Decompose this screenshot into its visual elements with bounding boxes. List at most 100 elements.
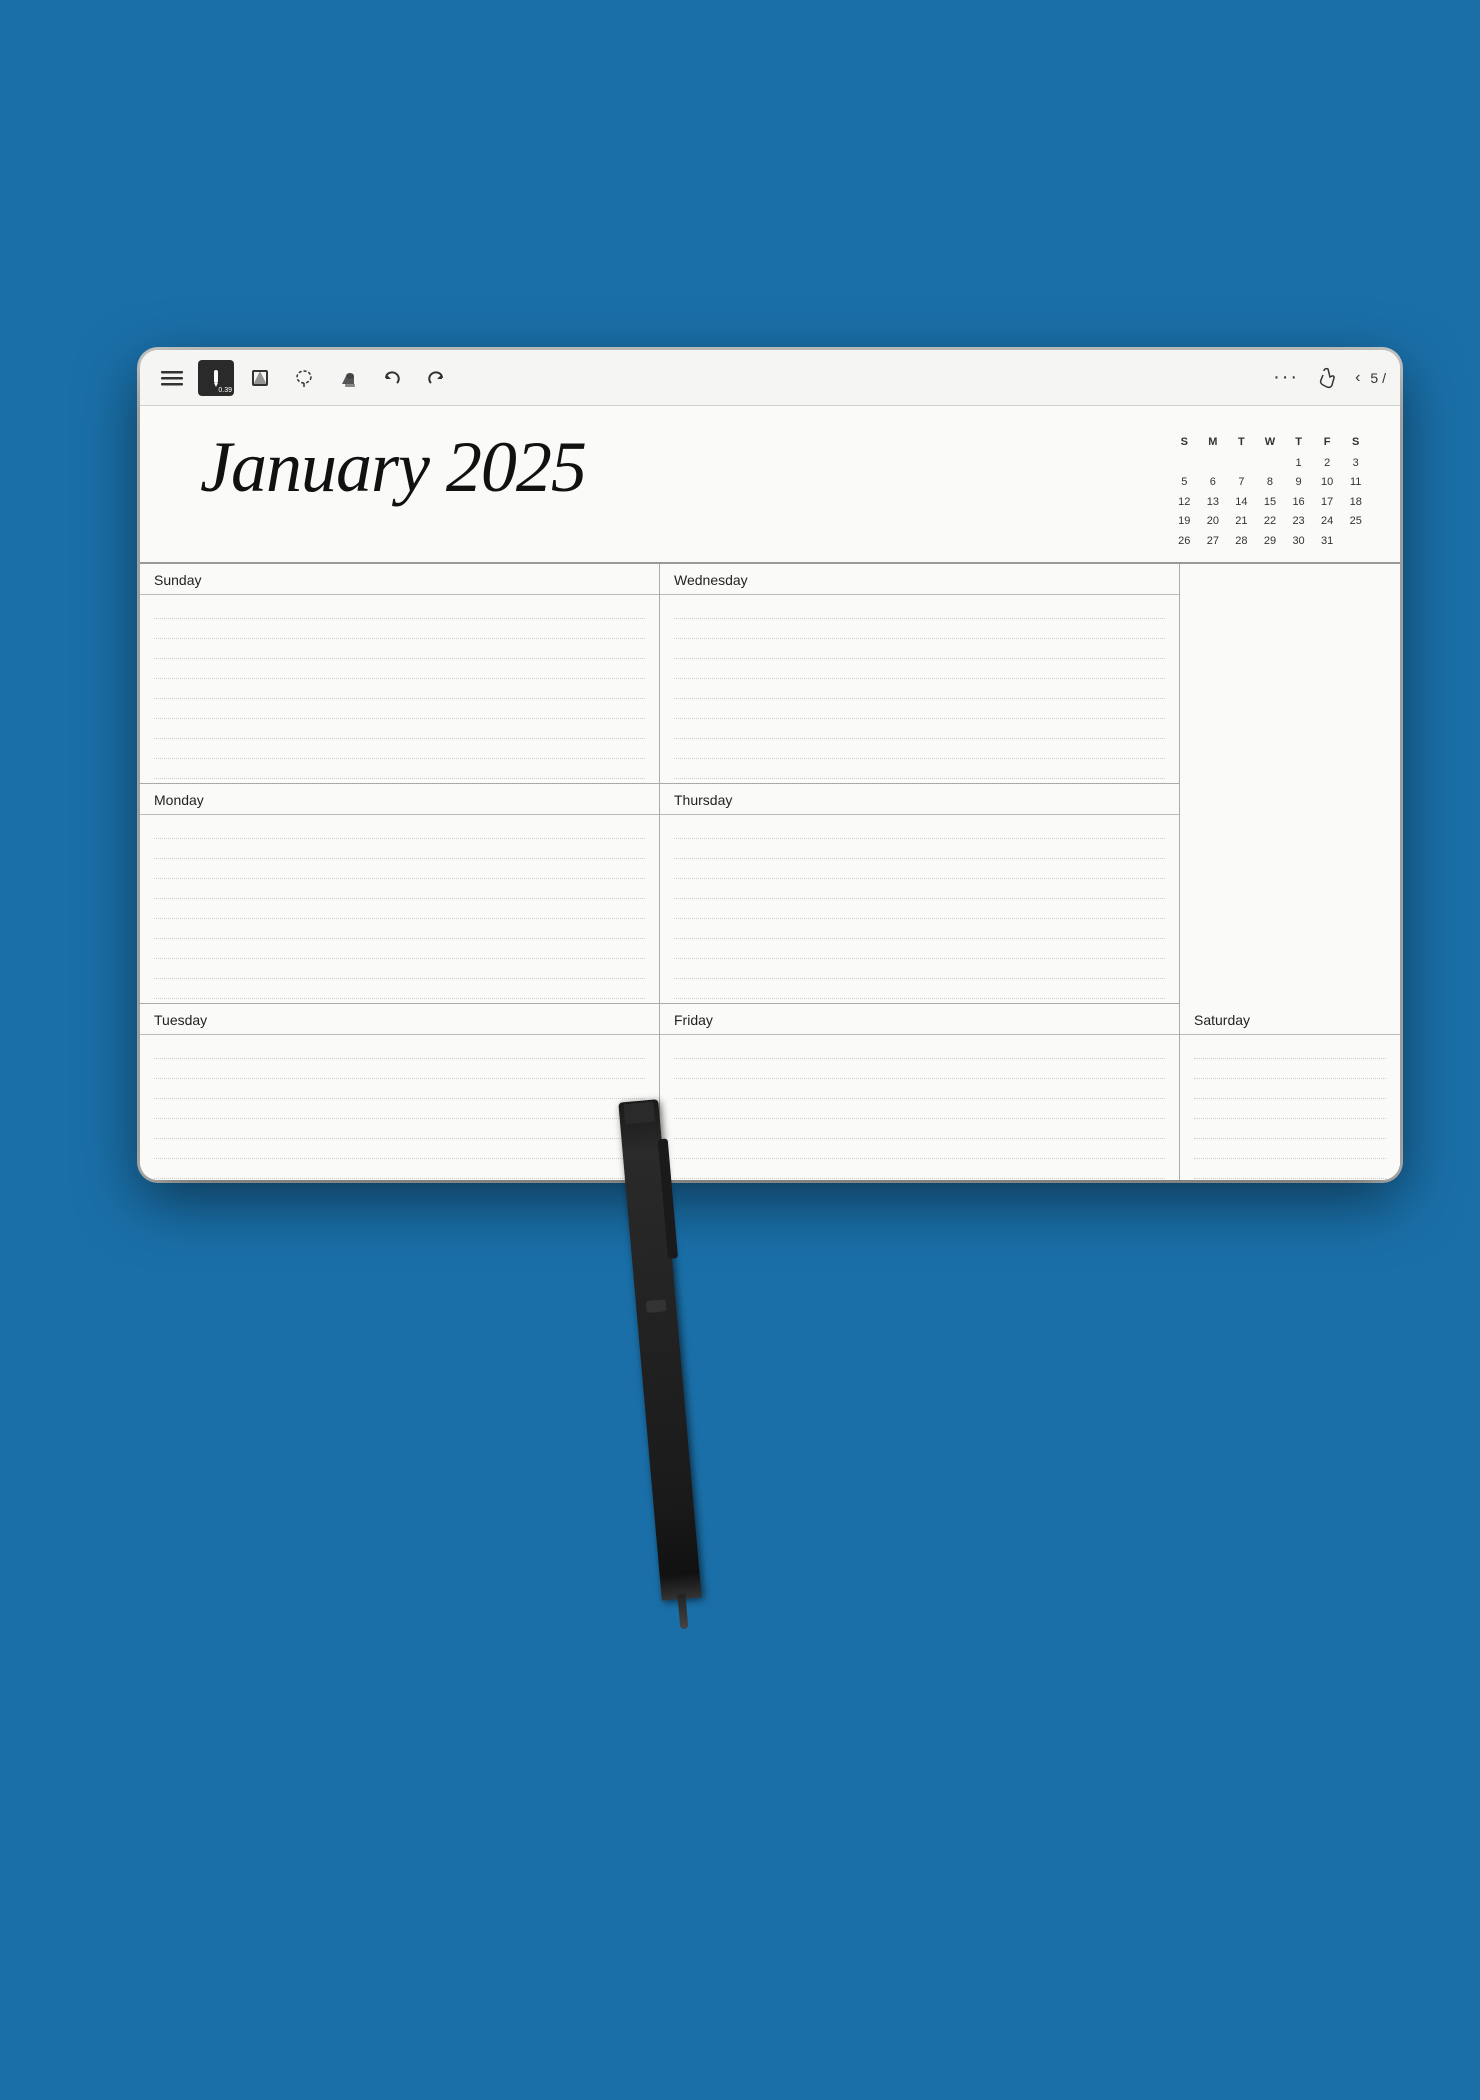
day-lines-monday[interactable] bbox=[140, 815, 659, 1003]
line[interactable] bbox=[154, 899, 645, 919]
line[interactable] bbox=[154, 839, 645, 859]
back-arrow-icon[interactable]: ‹ bbox=[1355, 369, 1360, 387]
line[interactable] bbox=[1194, 1099, 1386, 1119]
more-icon[interactable]: ··· bbox=[1273, 366, 1299, 389]
line[interactable] bbox=[154, 719, 645, 739]
line[interactable] bbox=[674, 1159, 1165, 1179]
day-header-thursday: Thursday bbox=[660, 784, 1179, 815]
line[interactable] bbox=[154, 679, 645, 699]
shape-icon[interactable] bbox=[242, 360, 278, 396]
device-frame: 0.39 bbox=[140, 350, 1400, 1180]
line[interactable] bbox=[1194, 1179, 1386, 1180]
mini-cal-header: S M T W T F S bbox=[1170, 434, 1370, 452]
line[interactable] bbox=[674, 679, 1165, 699]
day-header-saturday: Saturday bbox=[1180, 1004, 1400, 1035]
line[interactable] bbox=[674, 899, 1165, 919]
day-header-friday: Friday bbox=[660, 1004, 1179, 1035]
cal-hdr-s: S bbox=[1170, 434, 1199, 452]
menu-icon[interactable] bbox=[154, 360, 190, 396]
line[interactable] bbox=[674, 939, 1165, 959]
day-cell-monday: Monday bbox=[140, 784, 660, 1004]
content-area: January 2025 S M T W T F S bbox=[140, 406, 1400, 1180]
line[interactable] bbox=[674, 659, 1165, 679]
line[interactable] bbox=[154, 599, 645, 619]
line[interactable] bbox=[674, 1079, 1165, 1099]
line[interactable] bbox=[154, 859, 645, 879]
line[interactable] bbox=[154, 1119, 645, 1139]
line[interactable] bbox=[674, 819, 1165, 839]
line[interactable] bbox=[1194, 1039, 1386, 1059]
mini-cal-row-5: 26 27 28 29 30 31 bbox=[1170, 532, 1370, 552]
line[interactable] bbox=[674, 1179, 1165, 1180]
line[interactable] bbox=[674, 1059, 1165, 1079]
line[interactable] bbox=[674, 759, 1165, 779]
line[interactable] bbox=[154, 1039, 645, 1059]
line[interactable] bbox=[154, 959, 645, 979]
line[interactable] bbox=[674, 879, 1165, 899]
redo-icon[interactable] bbox=[418, 360, 454, 396]
line[interactable] bbox=[674, 639, 1165, 659]
planner: January 2025 S M T W T F S bbox=[140, 406, 1400, 1180]
line[interactable] bbox=[674, 699, 1165, 719]
line[interactable] bbox=[154, 699, 645, 719]
mini-cal-row-2: 5 6 7 8 9 10 11 bbox=[1170, 473, 1370, 493]
line[interactable] bbox=[674, 839, 1165, 859]
stylus-button bbox=[646, 1299, 667, 1313]
day-lines-friday[interactable] bbox=[660, 1035, 1179, 1180]
line[interactable] bbox=[674, 979, 1165, 999]
line[interactable] bbox=[154, 639, 645, 659]
line[interactable] bbox=[674, 719, 1165, 739]
line[interactable] bbox=[154, 619, 645, 639]
line[interactable] bbox=[154, 1139, 645, 1159]
line[interactable] bbox=[154, 1099, 645, 1119]
line[interactable] bbox=[154, 1179, 645, 1180]
day-cell-tuesday: Tuesday bbox=[140, 1004, 660, 1180]
undo-icon[interactable] bbox=[374, 360, 410, 396]
device-wrapper: 0.39 bbox=[80, 350, 1400, 1350]
line[interactable] bbox=[154, 1059, 645, 1079]
line[interactable] bbox=[154, 659, 645, 679]
line[interactable] bbox=[674, 599, 1165, 619]
mini-cal-row-1: 1 2 3 bbox=[1170, 454, 1370, 474]
line[interactable] bbox=[154, 739, 645, 759]
line[interactable] bbox=[154, 939, 645, 959]
line[interactable] bbox=[1194, 1059, 1386, 1079]
mini-cal-row-4: 19 20 21 22 23 24 25 bbox=[1170, 512, 1370, 532]
mini-calendar: S M T W T F S 1 bbox=[1170, 434, 1370, 552]
day-lines-thursday[interactable] bbox=[660, 815, 1179, 1003]
day-lines-sunday[interactable] bbox=[140, 595, 659, 783]
line[interactable] bbox=[154, 919, 645, 939]
week-grid: Sunday bbox=[140, 564, 1400, 1180]
line[interactable] bbox=[674, 959, 1165, 979]
day-lines-tuesday[interactable] bbox=[140, 1035, 659, 1180]
touch-icon[interactable] bbox=[1309, 360, 1345, 396]
cal-hdr-m: M bbox=[1199, 434, 1228, 452]
line[interactable] bbox=[1194, 1079, 1386, 1099]
day-header-sunday: Sunday bbox=[140, 564, 659, 595]
line[interactable] bbox=[154, 819, 645, 839]
line[interactable] bbox=[674, 619, 1165, 639]
line[interactable] bbox=[154, 1159, 645, 1179]
line[interactable] bbox=[674, 1099, 1165, 1119]
line[interactable] bbox=[1194, 1159, 1386, 1179]
line[interactable] bbox=[154, 1079, 645, 1099]
line[interactable] bbox=[674, 859, 1165, 879]
toolbar-right: ··· ‹ 5 / bbox=[1273, 360, 1386, 396]
day-cell-wednesday: Wednesday bbox=[660, 564, 1180, 784]
eraser-icon[interactable] bbox=[330, 360, 366, 396]
line[interactable] bbox=[1194, 1139, 1386, 1159]
line[interactable] bbox=[674, 739, 1165, 759]
line[interactable] bbox=[674, 919, 1165, 939]
day-lines-saturday[interactable] bbox=[1180, 1035, 1400, 1180]
line[interactable] bbox=[154, 759, 645, 779]
pen-icon[interactable]: 0.39 bbox=[198, 360, 234, 396]
line[interactable] bbox=[1194, 1119, 1386, 1139]
lasso-icon[interactable] bbox=[286, 360, 322, 396]
line[interactable] bbox=[674, 1119, 1165, 1139]
line[interactable] bbox=[154, 879, 645, 899]
day-lines-wednesday[interactable] bbox=[660, 595, 1179, 783]
pen-size-label: 0.39 bbox=[218, 387, 232, 394]
line[interactable] bbox=[154, 979, 645, 999]
line[interactable] bbox=[674, 1039, 1165, 1059]
line[interactable] bbox=[674, 1139, 1165, 1159]
